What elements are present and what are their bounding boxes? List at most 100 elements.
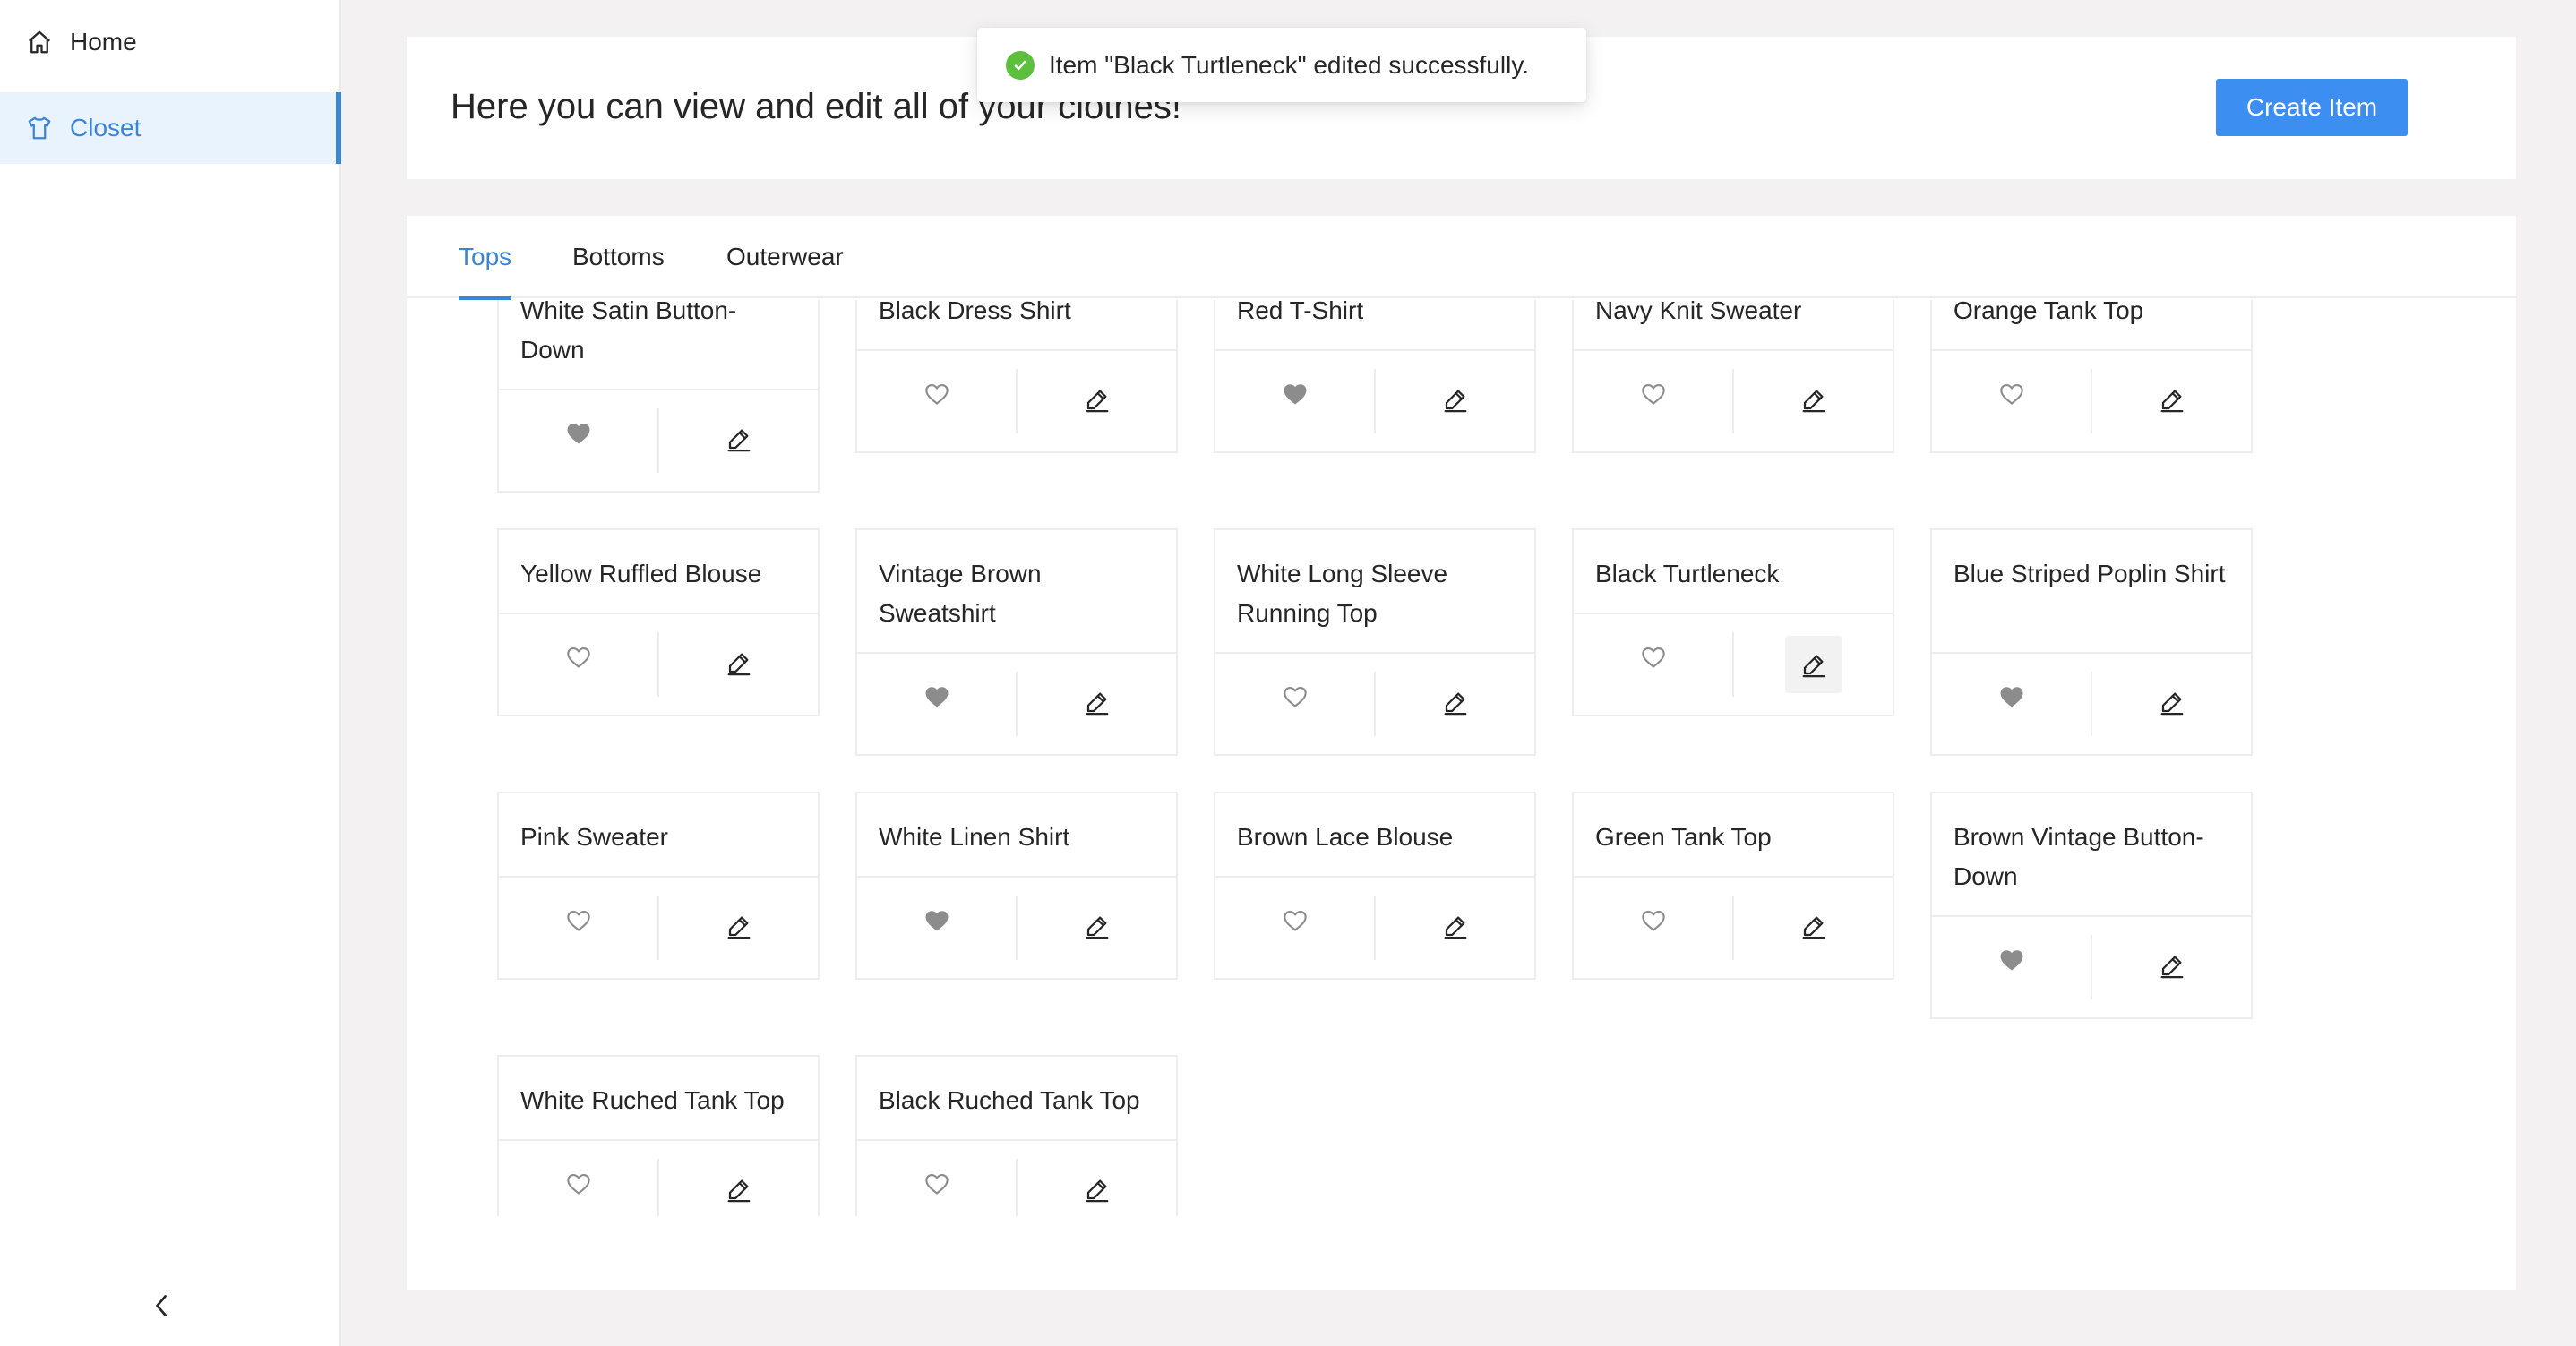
item-name: Black Ruched Tank Top xyxy=(857,1057,1176,1141)
toast-message: Item "Black Turtleneck" edited successfu… xyxy=(1049,50,1530,79)
create-item-button[interactable]: Create Item xyxy=(2216,79,2408,136)
favorite-button[interactable] xyxy=(857,896,1018,960)
edit-button[interactable] xyxy=(659,632,818,697)
closet-panel: Tops Bottoms Outerwear White Satin Butto… xyxy=(407,216,2516,1290)
pencil-icon xyxy=(1784,636,1842,693)
edit-button[interactable] xyxy=(1734,632,1893,697)
favorite-button[interactable] xyxy=(1215,369,1376,433)
item-name: White Satin Button-Down xyxy=(499,300,818,390)
favorite-button[interactable] xyxy=(499,1159,659,1216)
item-actions xyxy=(857,654,1176,754)
collapse-sidebar-button[interactable] xyxy=(143,1284,179,1331)
heart-outline-icon xyxy=(566,1173,591,1200)
heart-outline-icon xyxy=(566,647,591,673)
item-actions xyxy=(499,614,818,715)
sidebar-item-closet[interactable]: Closet xyxy=(0,92,341,164)
edit-button[interactable] xyxy=(1376,369,1534,433)
success-toast: Item "Black Turtleneck" edited successfu… xyxy=(977,28,1586,102)
heart-outline-icon xyxy=(1283,910,1308,937)
heart-outline-icon xyxy=(1641,647,1666,673)
item-actions xyxy=(499,878,818,978)
chevron-left-icon xyxy=(151,1292,171,1324)
edit-button[interactable] xyxy=(1018,896,1176,960)
pencil-icon xyxy=(2159,386,2185,417)
heart-outline-icon xyxy=(1641,910,1666,937)
category-tabs: Tops Bottoms Outerwear xyxy=(407,216,2516,300)
favorite-button[interactable] xyxy=(1574,896,1734,960)
edit-button[interactable] xyxy=(1018,369,1176,433)
edit-button[interactable] xyxy=(1376,896,1534,960)
item-actions xyxy=(857,1141,1176,1216)
item-actions xyxy=(1215,654,1534,754)
edit-button[interactable] xyxy=(2092,935,2251,999)
heart-filled-icon xyxy=(566,423,591,450)
pencil-icon xyxy=(1800,913,1827,944)
favorite-button[interactable] xyxy=(1932,369,2092,433)
tab-outerwear[interactable]: Outerwear xyxy=(726,216,844,298)
edit-button[interactable] xyxy=(1018,672,1176,736)
item-card: Brown Lace Blouse xyxy=(1214,792,1536,980)
edit-button[interactable] xyxy=(659,408,818,473)
app-root: Home Closet Here you can view and edit a… xyxy=(0,0,2576,1346)
shirt-icon xyxy=(25,114,54,142)
favorite-button[interactable] xyxy=(1215,896,1376,960)
favorite-button[interactable] xyxy=(857,1159,1018,1216)
item-name: Navy Knit Sweater xyxy=(1574,300,1893,351)
heart-outline-icon xyxy=(1999,383,2024,410)
heart-filled-icon xyxy=(1999,686,2024,713)
favorite-button[interactable] xyxy=(1574,632,1734,697)
pencil-icon xyxy=(1084,1176,1111,1207)
item-card: Black Ruched Tank Top xyxy=(855,1055,1178,1216)
sidebar-item-home[interactable]: Home xyxy=(0,6,341,78)
edit-button[interactable] xyxy=(1018,1159,1176,1216)
pencil-icon xyxy=(1084,386,1111,417)
favorite-button[interactable] xyxy=(1215,672,1376,736)
favorite-button[interactable] xyxy=(499,408,659,473)
favorite-button[interactable] xyxy=(499,632,659,697)
favorite-button[interactable] xyxy=(1574,369,1734,433)
item-name: Black Turtleneck xyxy=(1574,530,1893,614)
heart-outline-icon xyxy=(1283,686,1308,713)
item-actions xyxy=(1574,878,1893,978)
heart-outline-icon xyxy=(924,1173,949,1200)
heart-filled-icon xyxy=(1999,949,2024,976)
item-name: Yellow Ruffled Blouse xyxy=(499,530,818,614)
item-card: Black Dress Shirt xyxy=(855,300,1178,453)
edit-button[interactable] xyxy=(2092,672,2251,736)
item-card: Yellow Ruffled Blouse xyxy=(497,528,820,716)
item-card: Orange Tank Top xyxy=(1930,300,2253,453)
favorite-button[interactable] xyxy=(1932,672,2092,736)
edit-button[interactable] xyxy=(2092,369,2251,433)
heart-filled-icon xyxy=(924,686,949,713)
item-card: Red T-Shirt xyxy=(1214,300,1536,453)
pencil-icon xyxy=(1800,386,1827,417)
edit-button[interactable] xyxy=(1734,896,1893,960)
edit-button[interactable] xyxy=(1376,672,1534,736)
favorite-button[interactable] xyxy=(1932,935,2092,999)
tab-bottoms[interactable]: Bottoms xyxy=(572,216,665,298)
edit-button[interactable] xyxy=(1734,369,1893,433)
home-icon xyxy=(25,28,54,56)
pencil-icon xyxy=(726,1176,752,1207)
pencil-icon xyxy=(1084,689,1111,720)
item-actions xyxy=(1574,614,1893,715)
item-name: White Long Sleeve Running Top xyxy=(1215,530,1534,654)
edit-button[interactable] xyxy=(659,1159,818,1216)
item-actions xyxy=(1574,351,1893,451)
item-card: Brown Vintage Button-Down xyxy=(1930,792,2253,1019)
item-name: Green Tank Top xyxy=(1574,793,1893,878)
pencil-icon xyxy=(1442,689,1469,720)
item-actions xyxy=(1215,878,1534,978)
item-name: White Linen Shirt xyxy=(857,793,1176,878)
favorite-button[interactable] xyxy=(857,369,1018,433)
item-card: White Long Sleeve Running Top xyxy=(1214,528,1536,756)
pencil-icon xyxy=(726,425,752,457)
item-actions xyxy=(857,351,1176,451)
check-circle-icon xyxy=(1006,50,1035,80)
favorite-button[interactable] xyxy=(857,672,1018,736)
item-actions xyxy=(499,1141,818,1216)
item-actions xyxy=(499,390,818,491)
edit-button[interactable] xyxy=(659,896,818,960)
favorite-button[interactable] xyxy=(499,896,659,960)
tab-tops[interactable]: Tops xyxy=(459,216,512,300)
